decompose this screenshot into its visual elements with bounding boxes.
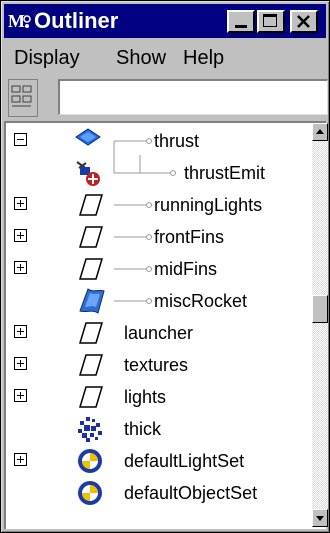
node-label: defaultLightSet <box>124 451 245 471</box>
expand-toggle[interactable] <box>14 229 27 242</box>
svg-text:M: M <box>8 11 25 31</box>
node-label: defaultObjectSet <box>124 483 258 503</box>
menu-help[interactable]: Help <box>183 47 224 70</box>
tree-row-runninglights[interactable]: runningLights <box>8 189 310 221</box>
node-label: launcher <box>124 323 194 343</box>
set-icon <box>78 449 102 473</box>
transform-icon <box>78 322 104 344</box>
tree-row-lights[interactable]: lights <box>8 381 310 413</box>
outliner-list-frame: thrust thrustEmit runningLights frontFin… <box>4 121 328 529</box>
menu-show[interactable]: Show <box>116 47 166 70</box>
minimize-button[interactable] <box>227 10 255 33</box>
expand-toggle[interactable] <box>14 357 27 370</box>
node-label: miscRocket <box>154 291 248 311</box>
node-label: runningLights <box>154 195 263 215</box>
tree-row-thick[interactable]: thick <box>8 413 310 445</box>
minimize-icon <box>235 25 247 28</box>
tree-row-defaultobjectset[interactable]: defaultObjectSet <box>8 477 310 509</box>
maximize-button[interactable] <box>257 10 285 33</box>
node-label: thrust <box>154 131 200 151</box>
expand-toggle[interactable] <box>14 389 27 402</box>
node-label: frontFins <box>154 227 225 247</box>
arrow-up-icon <box>316 129 324 134</box>
maximize-icon <box>263 14 277 27</box>
window-title: Outliner <box>34 8 119 33</box>
particle-icon <box>75 128 101 146</box>
tree-row-frontfins[interactable]: frontFins <box>8 221 310 253</box>
tree-row-thrust[interactable]: thrust <box>8 125 310 157</box>
close-icon <box>297 15 310 28</box>
node-label: thrustEmit <box>184 163 266 183</box>
transform-icon <box>78 386 104 408</box>
title-bar[interactable]: M Outliner <box>4 4 326 38</box>
transform-icon <box>78 354 104 376</box>
emitter-icon <box>76 161 100 186</box>
transform-icon <box>78 194 104 216</box>
vertical-scrollbar[interactable] <box>312 123 328 527</box>
close-button[interactable] <box>290 10 318 33</box>
surface-icon <box>79 288 105 314</box>
scroll-thumb[interactable] <box>312 295 328 323</box>
transform-icon <box>78 226 104 248</box>
node-label: thick <box>124 419 162 439</box>
menu-bar: Display Show Help <box>4 41 326 73</box>
outliner-app-icon: M <box>8 11 31 31</box>
tree-row-defaultlightset[interactable]: defaultLightSet <box>8 445 310 477</box>
expand-toggle[interactable] <box>14 453 27 466</box>
tree-row-miscrocket[interactable]: miscRocket <box>8 285 310 317</box>
tree-row-textures[interactable]: textures <box>8 349 310 381</box>
outliner-window: M Outliner Display Show Help thrust thru… <box>0 0 330 533</box>
scroll-up-button[interactable] <box>312 123 328 141</box>
menu-display[interactable]: Display <box>14 47 80 70</box>
particle-cloud-icon <box>78 417 102 442</box>
node-label: midFins <box>154 259 218 279</box>
set-icon <box>78 481 102 505</box>
transform-icon <box>78 258 104 280</box>
node-label: textures <box>124 355 189 375</box>
expand-toggle[interactable] <box>14 261 27 274</box>
scroll-down-button[interactable] <box>312 509 328 527</box>
collapse-toggle[interactable] <box>14 133 27 146</box>
tree-row-launcher[interactable]: launcher <box>8 317 310 349</box>
tree-row-thrustemit[interactable]: thrustEmit <box>8 155 310 189</box>
expand-toggle[interactable] <box>14 325 27 338</box>
outliner-tree[interactable]: thrust thrustEmit runningLights frontFin… <box>8 123 310 527</box>
filter-grid-icon <box>11 85 32 107</box>
tree-row-midfins[interactable]: midFins <box>8 253 310 285</box>
filter-toggle-button[interactable] <box>8 79 38 117</box>
filter-input[interactable] <box>58 79 328 115</box>
node-label: lights <box>124 387 167 407</box>
filter-bar <box>4 75 328 121</box>
expand-toggle[interactable] <box>14 197 27 210</box>
arrow-down-icon <box>316 516 324 521</box>
